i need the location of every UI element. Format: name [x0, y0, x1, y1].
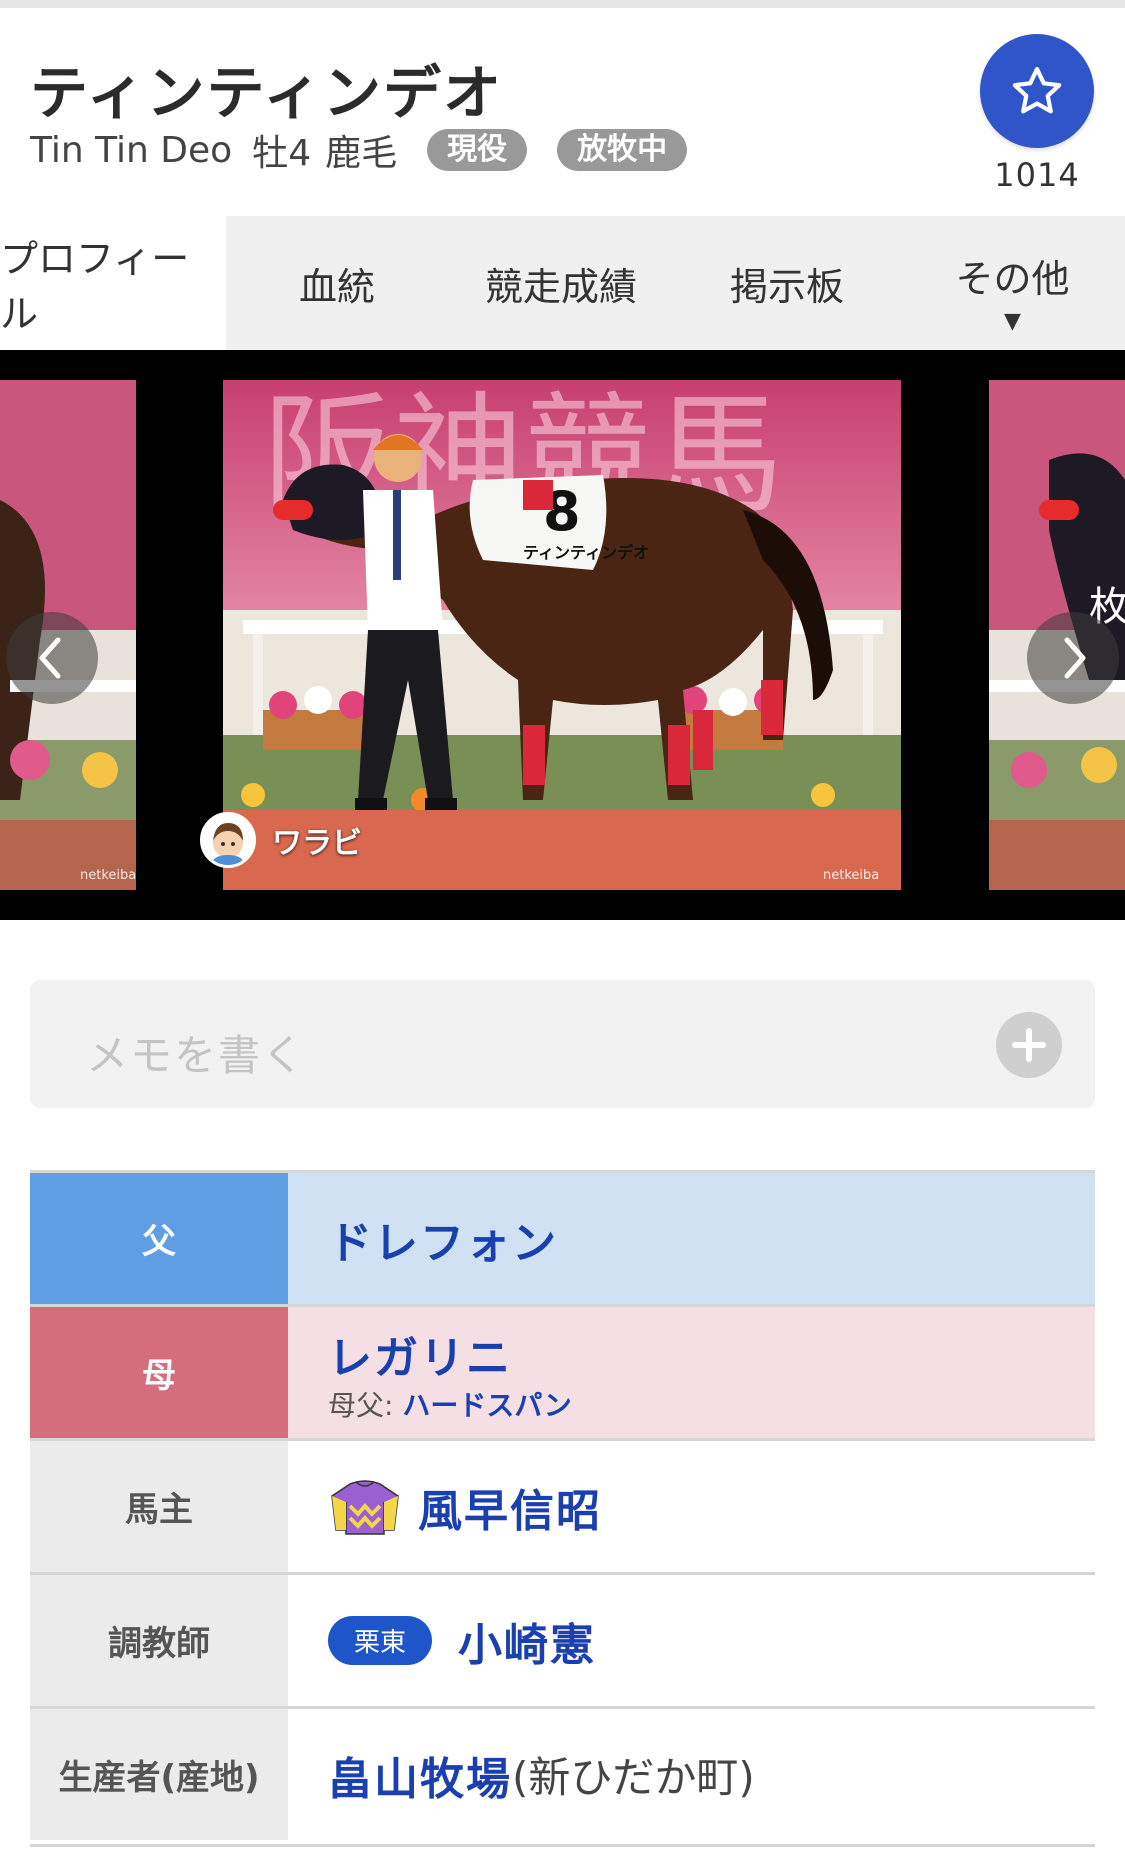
- tab-profile[interactable]: プロフィール: [0, 216, 226, 350]
- dam-link[interactable]: レガリニ: [328, 1322, 572, 1386]
- horse-name-en: Tin Tin Deo: [30, 129, 233, 171]
- horse-meta: Tin Tin Deo 牡4 鹿毛 現役 放牧中: [30, 124, 717, 176]
- status-badge-grazing: 放牧中: [557, 129, 688, 171]
- horse-header: ティンティンデオ Tin Tin Deo 牡4 鹿毛 現役 放牧中 1014: [0, 8, 1125, 216]
- photo-poster[interactable]: ワラビ: [200, 812, 362, 868]
- table-bottom-divider: [30, 1844, 1095, 1847]
- damsire: 母父: ハードスパン: [328, 1388, 572, 1422]
- region-badge: 栗東: [328, 1616, 433, 1665]
- horse-info-table: 父 ドレフォン 母 レガリニ 母父: ハードスパン 馬主 風早信昭 調教師 栗東…: [30, 1170, 1095, 1840]
- status-badge-active: 現役: [427, 129, 528, 171]
- owner-link[interactable]: 風早信昭: [418, 1475, 602, 1539]
- breeder-origin: (新ひだか町): [512, 1753, 755, 1802]
- info-row-sire: 父 ドレフォン: [30, 1170, 1095, 1304]
- svg-text:ティンティンデオ: ティンティンデオ: [523, 543, 649, 562]
- poster-name: ワラビ: [272, 826, 362, 861]
- memo-field[interactable]: メモを書く: [30, 980, 1095, 1108]
- horse-coat: 鹿毛: [325, 133, 398, 174]
- carousel-next-button[interactable]: [1027, 612, 1119, 704]
- breeder-label: 生産者(産地): [30, 1709, 288, 1840]
- horse-sex-age: 牡4: [252, 133, 312, 174]
- info-row-dam: 母 レガリニ 母父: ハードスパン: [30, 1304, 1095, 1438]
- user-avatar-icon: [203, 815, 253, 865]
- photo-watermark: netkeiba: [823, 868, 880, 883]
- info-row-owner: 馬主 風早信昭: [30, 1438, 1095, 1572]
- chevron-left-icon: [39, 637, 61, 679]
- owner-label: 馬主: [30, 1441, 288, 1572]
- carousel-prev-button[interactable]: [6, 612, 98, 704]
- tab-pedigree[interactable]: 血統: [226, 216, 448, 350]
- sire-link[interactable]: ドレフォン: [328, 1207, 558, 1271]
- info-row-trainer: 調教師 栗東 小崎憲: [30, 1572, 1095, 1706]
- chevron-down-icon: ▼: [1004, 309, 1021, 334]
- tab-race-results[interactable]: 競走成績: [448, 216, 674, 350]
- photo-carousel[interactable]: netkeiba 阪神競馬 8 ティンティンデオ netkeiba 枚 ワラビ: [0, 350, 1125, 920]
- tab-bar: プロフィール 血統 競走成績 掲示板 その他 ▼: [0, 216, 1125, 350]
- photo-watermark: netkeiba: [80, 868, 136, 883]
- jockey-silks-icon: [331, 1479, 399, 1535]
- info-row-breeder: 生産者(産地) 畠山牧場 (新ひだか町): [30, 1706, 1095, 1840]
- favorite-count: 1014: [994, 156, 1080, 194]
- horse-name: ティンティンデオ: [30, 59, 504, 127]
- sire-label: 父: [30, 1173, 288, 1304]
- breeder-link[interactable]: 畠山牧場: [328, 1743, 512, 1807]
- damsire-link[interactable]: ハードスパン: [402, 1389, 571, 1422]
- trainer-link[interactable]: 小崎憲: [458, 1609, 596, 1673]
- memo-placeholder: メモを書く: [86, 1031, 307, 1080]
- memo-add-button[interactable]: [996, 1012, 1062, 1078]
- dam-label: 母: [30, 1307, 288, 1438]
- tab-bbs[interactable]: 掲示板: [674, 216, 900, 350]
- favorite-button[interactable]: [980, 34, 1094, 148]
- trainer-label: 調教師: [30, 1575, 288, 1706]
- star-icon: [1012, 66, 1062, 114]
- chevron-right-icon: [1064, 637, 1086, 679]
- plus-circle-icon: [1012, 1028, 1046, 1062]
- avatar: [200, 812, 256, 868]
- tab-other[interactable]: その他 ▼: [900, 216, 1125, 350]
- top-divider: [0, 0, 1125, 8]
